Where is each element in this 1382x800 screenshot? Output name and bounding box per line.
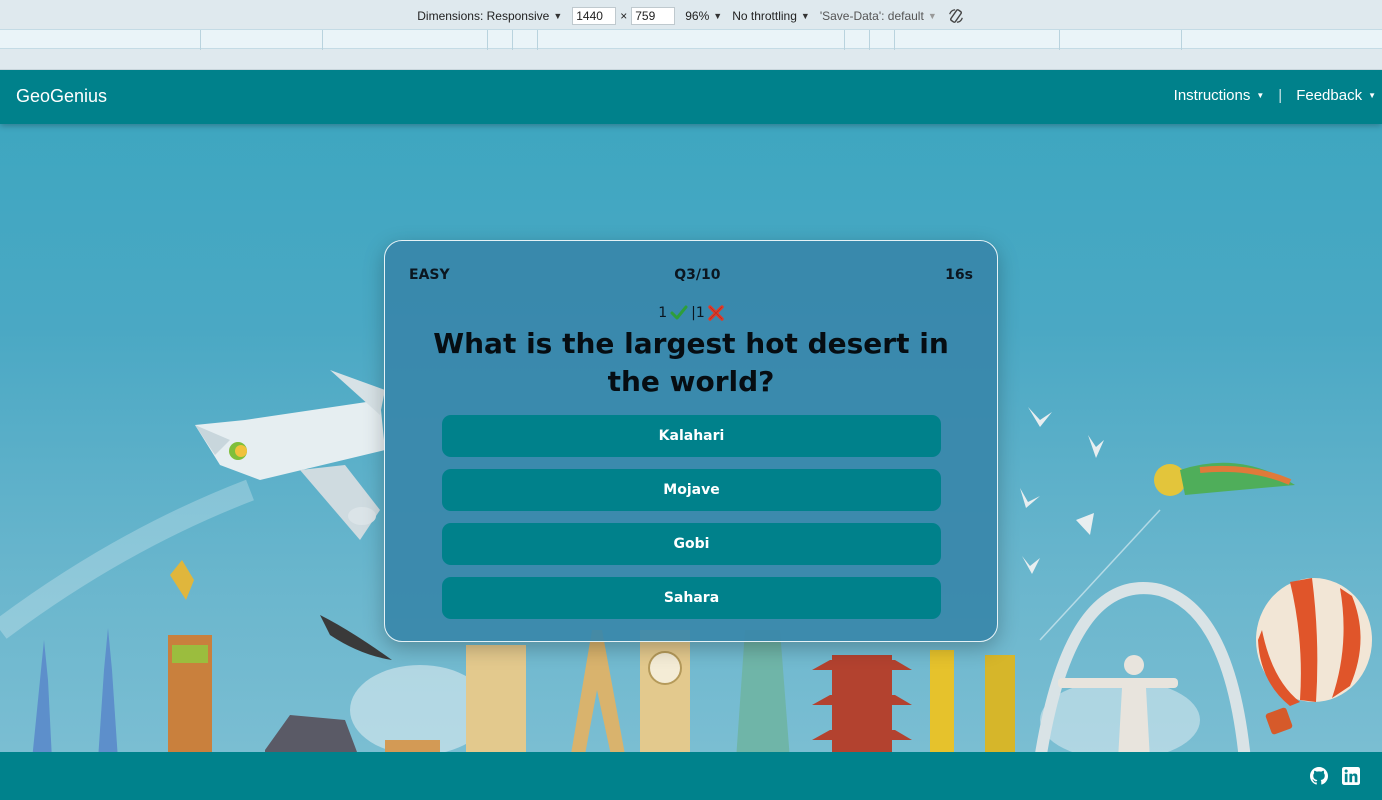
ruler-tick xyxy=(512,30,513,50)
linkedin-icon[interactable] xyxy=(1342,767,1360,785)
yellow-monument-illustration xyxy=(930,650,954,760)
difficulty-label: EASY xyxy=(409,267,450,283)
incorrect-count: |1 xyxy=(691,305,705,321)
statue-of-liberty-illustration xyxy=(736,630,790,760)
ruler-tick xyxy=(322,30,323,50)
yellow-monument-illustration xyxy=(985,655,1015,760)
angel-statue-illustration xyxy=(168,560,212,760)
correct-count: 1 xyxy=(658,305,668,321)
petronas-towers-illustration xyxy=(32,628,118,760)
feedback-dropdown[interactable]: Feedback ▼ xyxy=(1296,87,1376,104)
devtools-toolbar: Dimensions: Responsive ▼ × 96% ▼ No thro… xyxy=(0,0,1382,70)
width-input[interactable] xyxy=(572,7,617,25)
question-text: What is the largest hot desert in the wo… xyxy=(433,327,949,398)
ruler-tick xyxy=(1181,30,1182,50)
ruler-tick xyxy=(537,30,538,50)
brand-logo[interactable]: GeoGenius xyxy=(16,86,107,107)
top-navbar: GeoGenius Instructions ▼ | Feedback ▼ xyxy=(0,70,1382,124)
dimension-inputs: × xyxy=(572,7,676,25)
birds-illustration xyxy=(1020,407,1104,574)
dragon-kite-illustration xyxy=(1039,462,1295,641)
check-icon xyxy=(670,305,688,320)
pagoda-illustration xyxy=(812,655,912,760)
instructions-label: Instructions xyxy=(1173,87,1251,104)
app-page: GeoGenius Instructions ▼ | Feedback ▼ EA… xyxy=(0,70,1382,800)
question-counter: Q3/10 xyxy=(674,267,721,283)
chevron-down-icon: ▼ xyxy=(800,11,810,21)
quiz-card: EASY Q3/10 16s 1 |1 What is the largest … xyxy=(384,240,998,642)
times-sign: × xyxy=(620,9,628,23)
save-data-label: 'Save-Data': default xyxy=(819,9,924,23)
ruler-tick xyxy=(894,30,895,50)
dimensions-dropdown[interactable]: Dimensions: Responsive ▼ xyxy=(417,9,562,23)
ruler-tick xyxy=(487,30,488,50)
nav-links: Instructions ▼ | Feedback ▼ xyxy=(1174,87,1376,104)
instructions-dropdown[interactable]: Instructions ▼ xyxy=(1174,87,1265,104)
eiffel-tower-illustration xyxy=(570,630,626,760)
feedback-label: Feedback xyxy=(1296,87,1363,104)
answer-option-gobi[interactable]: Gobi xyxy=(442,523,941,565)
caret-down-icon: ▼ xyxy=(1368,91,1376,100)
quiz-header: EASY Q3/10 16s xyxy=(409,267,973,283)
chevron-down-icon: ▼ xyxy=(553,11,563,21)
chevron-down-icon: ▼ xyxy=(927,11,937,21)
ruler-tick xyxy=(1059,30,1060,50)
answer-option-kalahari[interactable]: Kalahari xyxy=(442,415,941,457)
media-query-ruler[interactable] xyxy=(0,29,1382,50)
airplane-illustration xyxy=(195,370,385,540)
throttling-dropdown[interactable]: No throttling ▼ xyxy=(732,9,810,23)
zoom-label: 96% xyxy=(685,9,710,23)
eagle-illustration xyxy=(320,615,392,660)
social-links xyxy=(1310,767,1360,785)
big-ben-illustration xyxy=(640,630,690,760)
chevron-down-icon: ▼ xyxy=(713,11,723,21)
dimensions-label: Dimensions: Responsive xyxy=(417,9,550,23)
save-data-dropdown[interactable]: 'Save-Data': default ▼ xyxy=(820,9,937,23)
rotate-icon[interactable] xyxy=(947,7,965,25)
timer: 16s xyxy=(945,267,973,283)
westminster-illustration xyxy=(466,645,526,760)
nav-separator: | xyxy=(1278,87,1283,104)
throttling-label: No throttling xyxy=(732,9,797,23)
score-tally: 1 |1 xyxy=(385,305,997,321)
zoom-dropdown[interactable]: 96% ▼ xyxy=(685,9,722,23)
hot-air-balloon-illustration xyxy=(1256,578,1372,735)
ruler-tick xyxy=(869,30,870,50)
answer-options: Kalahari Mojave Gobi Sahara xyxy=(442,415,941,619)
footer-bar xyxy=(0,752,1382,800)
ruler-tick xyxy=(200,30,201,50)
height-input[interactable] xyxy=(631,7,676,25)
ruler-tick xyxy=(844,30,845,50)
answer-option-mojave[interactable]: Mojave xyxy=(442,469,941,511)
github-icon[interactable] xyxy=(1310,767,1328,785)
caret-down-icon: ▼ xyxy=(1256,91,1265,100)
device-toolbar-row: Dimensions: Responsive ▼ × 96% ▼ No thro… xyxy=(0,4,1382,28)
cross-icon xyxy=(708,305,724,321)
answer-option-sahara[interactable]: Sahara xyxy=(442,577,941,619)
